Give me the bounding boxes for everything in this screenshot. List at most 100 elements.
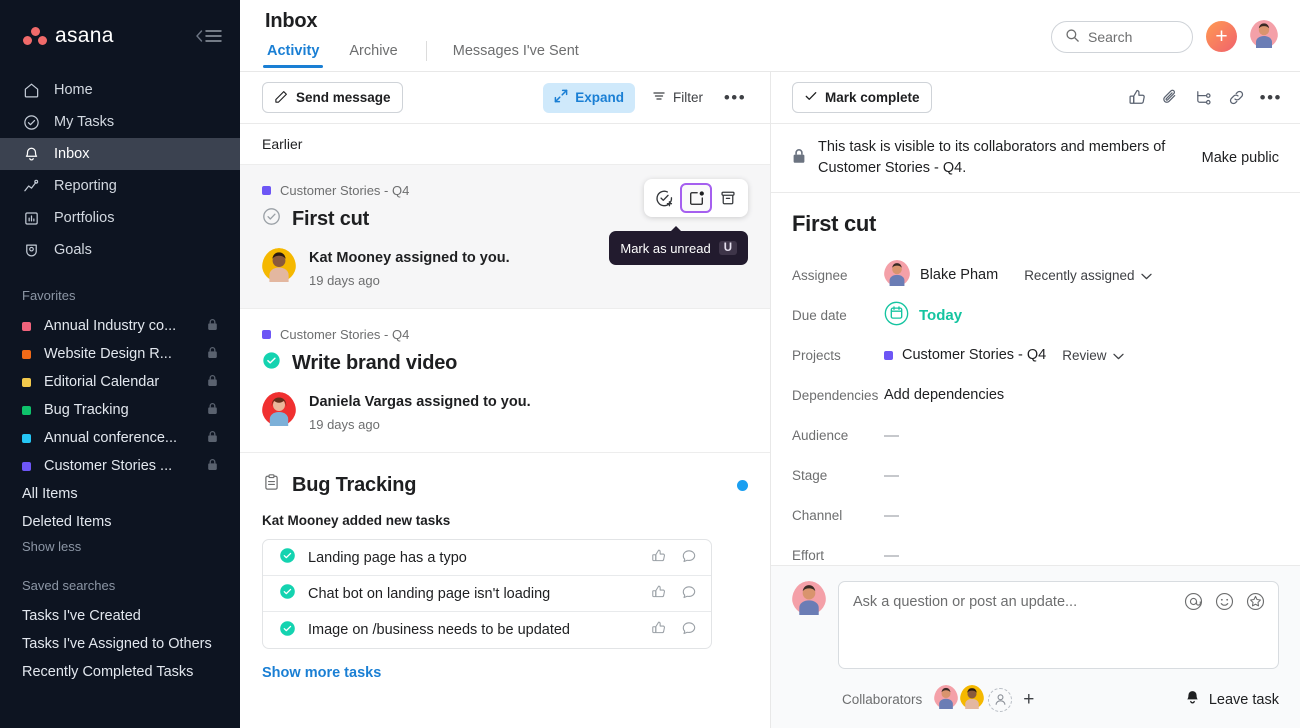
like-icon[interactable] — [651, 548, 667, 568]
anonymous-collaborator-icon[interactable] — [988, 687, 1013, 712]
due-date-value[interactable]: Today — [919, 307, 962, 324]
top-bar: Inbox Activity Archive Messages I've Sen… — [240, 0, 1300, 72]
field-value[interactable]: — — [884, 427, 899, 444]
task-completed-icon[interactable] — [279, 583, 296, 604]
field-effort: Effort — — [792, 535, 1279, 565]
favorite-item[interactable]: Annual Industry co... — [0, 312, 240, 340]
task-status-icon[interactable] — [262, 207, 281, 231]
task-completed-icon[interactable] — [279, 547, 296, 568]
avatar[interactable] — [960, 685, 985, 714]
attachment-icon[interactable] — [1161, 88, 1180, 107]
field-stage: Stage — — [792, 455, 1279, 495]
avatar[interactable] — [1250, 20, 1278, 53]
comment-icon[interactable] — [681, 620, 697, 640]
favorite-item[interactable]: Editorial Calendar — [0, 368, 240, 396]
field-label: Effort — [792, 547, 825, 563]
calendar-icon[interactable] — [884, 301, 909, 330]
filter-button[interactable]: Filter — [643, 83, 712, 113]
inbox-card-bug-tracking[interactable]: Bug Tracking Kat Mooney added new tasks … — [240, 452, 770, 681]
project-name[interactable]: Customer Stories - Q4 — [902, 347, 1046, 363]
inbox-card-first-cut[interactable]: Customer Stories - Q4 First cut Kat Moon… — [240, 164, 770, 308]
bell-icon — [1184, 689, 1201, 710]
saved-search-item[interactable]: Recently Completed Tasks — [0, 658, 240, 686]
tab-archive[interactable]: Archive — [347, 43, 399, 68]
assignee-name[interactable]: Blake Pham — [920, 267, 998, 283]
like-icon[interactable] — [651, 584, 667, 604]
favorites-list: Annual Industry co... Website Design R..… — [0, 312, 240, 480]
detail-task-title[interactable]: First cut — [792, 211, 1279, 237]
avatar[interactable] — [792, 581, 826, 620]
task-completed-icon[interactable] — [279, 620, 296, 641]
saved-search-item[interactable]: Tasks I've Created — [0, 602, 240, 630]
comment-input[interactable]: Ask a question or post an update... — [838, 581, 1279, 669]
sidebar-item-home[interactable]: Home — [0, 74, 240, 106]
sidebar-all-items[interactable]: All Items — [0, 480, 240, 508]
comment-icon[interactable] — [681, 584, 697, 604]
tab-activity[interactable]: Activity — [262, 43, 324, 68]
mark-complete-icon[interactable] — [648, 183, 680, 213]
favorite-item[interactable]: Bug Tracking — [0, 396, 240, 424]
collapse-sidebar-icon[interactable] — [196, 29, 222, 43]
asana-logo[interactable]: asana — [22, 24, 114, 48]
avatar[interactable] — [884, 260, 910, 290]
archive-icon[interactable] — [712, 183, 744, 213]
sidebar-item-reporting[interactable]: Reporting — [0, 170, 240, 202]
comment-icon[interactable] — [681, 548, 697, 568]
saved-search-item[interactable]: Tasks I've Assigned to Others — [0, 630, 240, 658]
comment-row: Ask a question or post an update... — [792, 581, 1279, 669]
group-header-earlier: Earlier — [262, 136, 303, 152]
task-label: Image on /business needs to be updated — [308, 622, 570, 638]
avatar[interactable] — [262, 392, 296, 431]
unread-indicator-dot — [737, 479, 748, 491]
favorite-item[interactable]: Customer Stories ... — [0, 452, 240, 480]
more-icon[interactable]: ••• — [1260, 88, 1282, 108]
sidebar-deleted-items[interactable]: Deleted Items — [0, 508, 240, 536]
like-icon[interactable] — [651, 620, 667, 640]
recently-assigned-dropdown[interactable]: Recently assigned — [1024, 268, 1152, 283]
mark-unread-icon[interactable] — [680, 183, 712, 213]
sidebar-item-my-tasks[interactable]: My Tasks — [0, 106, 240, 138]
expand-button[interactable]: Expand — [543, 82, 635, 113]
field-value[interactable]: — — [884, 507, 899, 524]
like-icon[interactable] — [1128, 88, 1147, 107]
leave-task-button[interactable]: Leave task — [1184, 689, 1279, 710]
send-message-button[interactable]: Send message — [262, 82, 403, 113]
task-row[interactable]: Landing page has a typo — [263, 540, 711, 576]
emoji-icon[interactable] — [1215, 592, 1234, 616]
sidebar-item-portfolios[interactable]: Portfolios — [0, 202, 240, 234]
field-value[interactable]: — — [884, 467, 899, 484]
task-row[interactable]: Chat bot on landing page isn't loading — [263, 576, 711, 612]
task-row[interactable]: Image on /business needs to be updated — [263, 612, 711, 648]
inbox-card-write-brand-video[interactable]: Customer Stories - Q4 Write brand video — [240, 308, 770, 452]
search-input[interactable]: Search — [1051, 20, 1193, 53]
avatar[interactable] — [262, 248, 296, 287]
show-less-button[interactable]: Show less — [0, 539, 240, 554]
avatar[interactable] — [934, 685, 959, 714]
check-circle-icon — [22, 113, 41, 132]
field-value[interactable]: — — [884, 547, 899, 564]
sidebar-item-goals[interactable]: Goals — [0, 234, 240, 266]
task-detail-pane: Mark complete ••• This task is visible t… — [771, 72, 1300, 728]
make-public-button[interactable]: Make public — [1202, 150, 1279, 166]
mark-complete-button[interactable]: Mark complete — [792, 82, 932, 113]
sidebar-item-inbox[interactable]: Inbox — [0, 138, 240, 170]
field-assignee: Assignee Blake Pham Recently assigned — [792, 255, 1279, 295]
mention-icon[interactable] — [1184, 592, 1203, 616]
inbox-more-button[interactable]: ••• — [720, 83, 750, 113]
add-dependencies-button[interactable]: Add dependencies — [884, 387, 1004, 403]
project-color-dot — [22, 461, 31, 471]
tab-messages-ive-sent[interactable]: Messages I've Sent — [451, 43, 581, 68]
subtask-icon[interactable] — [1194, 88, 1213, 107]
sticker-icon[interactable] — [1246, 592, 1265, 616]
expand-label: Expand — [575, 90, 624, 105]
add-button[interactable]: + — [1206, 21, 1237, 52]
favorite-label: Bug Tracking — [44, 402, 129, 418]
card-title: Write brand video — [292, 351, 458, 374]
project-section-dropdown[interactable]: Review — [1062, 348, 1124, 363]
favorite-item[interactable]: Annual conference... — [0, 424, 240, 452]
add-collaborator-button[interactable]: + — [1023, 690, 1034, 709]
link-icon[interactable] — [1227, 88, 1246, 107]
favorite-item[interactable]: Website Design R... — [0, 340, 240, 368]
show-more-tasks-button[interactable]: Show more tasks — [262, 665, 748, 681]
task-completed-icon[interactable] — [262, 351, 281, 375]
